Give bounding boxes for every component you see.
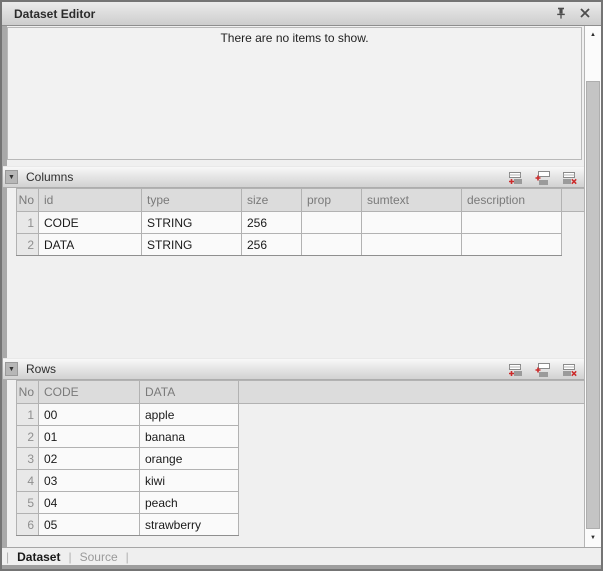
tab-dataset[interactable]: Dataset <box>17 550 60 564</box>
col-header-id[interactable]: id <box>39 189 142 212</box>
scroll-down-arrow-icon[interactable]: ▼ <box>585 531 601 545</box>
columns-toolbar <box>507 169 578 186</box>
table-row[interactable]: 3 02 orange <box>17 448 585 470</box>
col-header-sumtext[interactable]: sumtext <box>362 189 462 212</box>
table-row[interactable]: 1 00 apple <box>17 404 585 426</box>
cell-id[interactable]: DATA <box>39 234 142 256</box>
col-header-code[interactable]: CODE <box>39 381 140 404</box>
filler-cell <box>239 514 585 536</box>
insert-row-icon[interactable] <box>534 361 551 378</box>
cell-size[interactable]: 256 <box>242 234 302 256</box>
tab-source[interactable]: Source <box>80 550 118 564</box>
table-row[interactable]: 2 01 banana <box>17 426 585 448</box>
table-row[interactable]: 5 04 peach <box>17 492 585 514</box>
filler-cell <box>239 404 585 426</box>
filler-cell <box>239 470 585 492</box>
footer-tabstrip: | Dataset | Source | <box>2 548 601 565</box>
table-row[interactable]: 6 05 strawberry <box>17 514 585 536</box>
bottom-border-band <box>2 565 601 569</box>
delete-row-icon[interactable] <box>561 169 578 186</box>
filler-cell <box>239 448 585 470</box>
col-header-no[interactable]: No <box>17 381 39 404</box>
filler-cell <box>239 492 585 514</box>
row-number-cell: 2 <box>17 426 39 448</box>
filler-cell <box>562 234 585 256</box>
col-header-data[interactable]: DATA <box>140 381 239 404</box>
cell-sumtext[interactable] <box>362 234 462 256</box>
cell-code[interactable]: 04 <box>39 492 140 514</box>
columns-section-header: ▼ Columns <box>3 166 584 188</box>
empty-items-message: There are no items to show. <box>8 31 581 45</box>
titlebar-icons <box>553 5 593 21</box>
table-row[interactable]: 2 DATA STRING 256 <box>17 234 585 256</box>
table-row[interactable]: 4 03 kiwi <box>17 470 585 492</box>
columns-table: No id type size prop sumtext description… <box>16 188 585 256</box>
rows-section-header: ▼ Rows <box>3 358 584 380</box>
cell-data[interactable]: strawberry <box>140 514 239 536</box>
titlebar: Dataset Editor <box>2 2 601 26</box>
row-number-cell: 2 <box>17 234 39 256</box>
columns-collapse-button[interactable]: ▼ <box>5 170 18 184</box>
delete-row-icon[interactable] <box>561 361 578 378</box>
cell-data[interactable]: apple <box>140 404 239 426</box>
dataset-editor-window: Dataset Editor There are no items to sho… <box>0 0 603 571</box>
col-header-no[interactable]: No <box>17 189 39 212</box>
row-number-cell: 3 <box>17 448 39 470</box>
tab-separator: | <box>6 550 9 564</box>
pin-icon[interactable] <box>553 5 569 21</box>
col-header-type[interactable]: type <box>142 189 242 212</box>
window-title: Dataset Editor <box>14 7 95 21</box>
close-icon[interactable] <box>577 5 593 21</box>
row-number-cell: 1 <box>17 404 39 426</box>
filler-cell <box>239 426 585 448</box>
add-row-icon[interactable] <box>507 169 524 186</box>
add-row-icon[interactable] <box>507 361 524 378</box>
chevron-down-icon: ▼ <box>8 366 15 373</box>
cell-code[interactable]: 03 <box>39 470 140 492</box>
row-number-cell: 1 <box>17 212 39 234</box>
columns-section-label: Columns <box>26 170 73 184</box>
filler-cell <box>562 212 585 234</box>
rows-section-label: Rows <box>26 362 56 376</box>
insert-row-icon[interactable] <box>534 169 551 186</box>
columns-table-header-row: No id type size prop sumtext description <box>17 189 585 212</box>
cell-data[interactable]: banana <box>140 426 239 448</box>
col-header-prop[interactable]: prop <box>302 189 362 212</box>
rows-collapse-button[interactable]: ▼ <box>5 362 18 376</box>
cell-code[interactable]: 01 <box>39 426 140 448</box>
cell-size[interactable]: 256 <box>242 212 302 234</box>
rows-toolbar <box>507 361 578 378</box>
col-header-filler <box>239 381 585 404</box>
cell-code[interactable]: 00 <box>39 404 140 426</box>
chevron-down-icon: ▼ <box>8 174 15 181</box>
cell-data[interactable]: kiwi <box>140 470 239 492</box>
tab-separator: | <box>68 550 71 564</box>
col-header-filler <box>562 189 585 212</box>
col-header-description[interactable]: description <box>462 189 562 212</box>
scroll-up-arrow-icon[interactable]: ▲ <box>585 28 601 42</box>
cell-id[interactable]: CODE <box>39 212 142 234</box>
cell-sumtext[interactable] <box>362 212 462 234</box>
rows-table: No CODE DATA 1 00 apple 2 01 banana 3 02… <box>16 380 585 536</box>
cell-type[interactable]: STRING <box>142 212 242 234</box>
cell-code[interactable]: 05 <box>39 514 140 536</box>
rows-table-header-row: No CODE DATA <box>17 381 585 404</box>
cell-data[interactable]: orange <box>140 448 239 470</box>
scrollbar-thumb[interactable] <box>586 81 600 529</box>
col-header-size[interactable]: size <box>242 189 302 212</box>
tab-separator: | <box>126 550 129 564</box>
cell-type[interactable]: STRING <box>142 234 242 256</box>
row-number-cell: 4 <box>17 470 39 492</box>
cell-data[interactable]: peach <box>140 492 239 514</box>
vertical-scrollbar[interactable]: ▲ ▼ <box>584 26 601 547</box>
cell-code[interactable]: 02 <box>39 448 140 470</box>
cell-description[interactable] <box>462 234 562 256</box>
cell-prop[interactable] <box>302 212 362 234</box>
table-row[interactable]: 1 CODE STRING 256 <box>17 212 585 234</box>
row-number-cell: 6 <box>17 514 39 536</box>
cell-prop[interactable] <box>302 234 362 256</box>
empty-items-panel: There are no items to show. <box>7 27 582 160</box>
row-number-cell: 5 <box>17 492 39 514</box>
cell-description[interactable] <box>462 212 562 234</box>
